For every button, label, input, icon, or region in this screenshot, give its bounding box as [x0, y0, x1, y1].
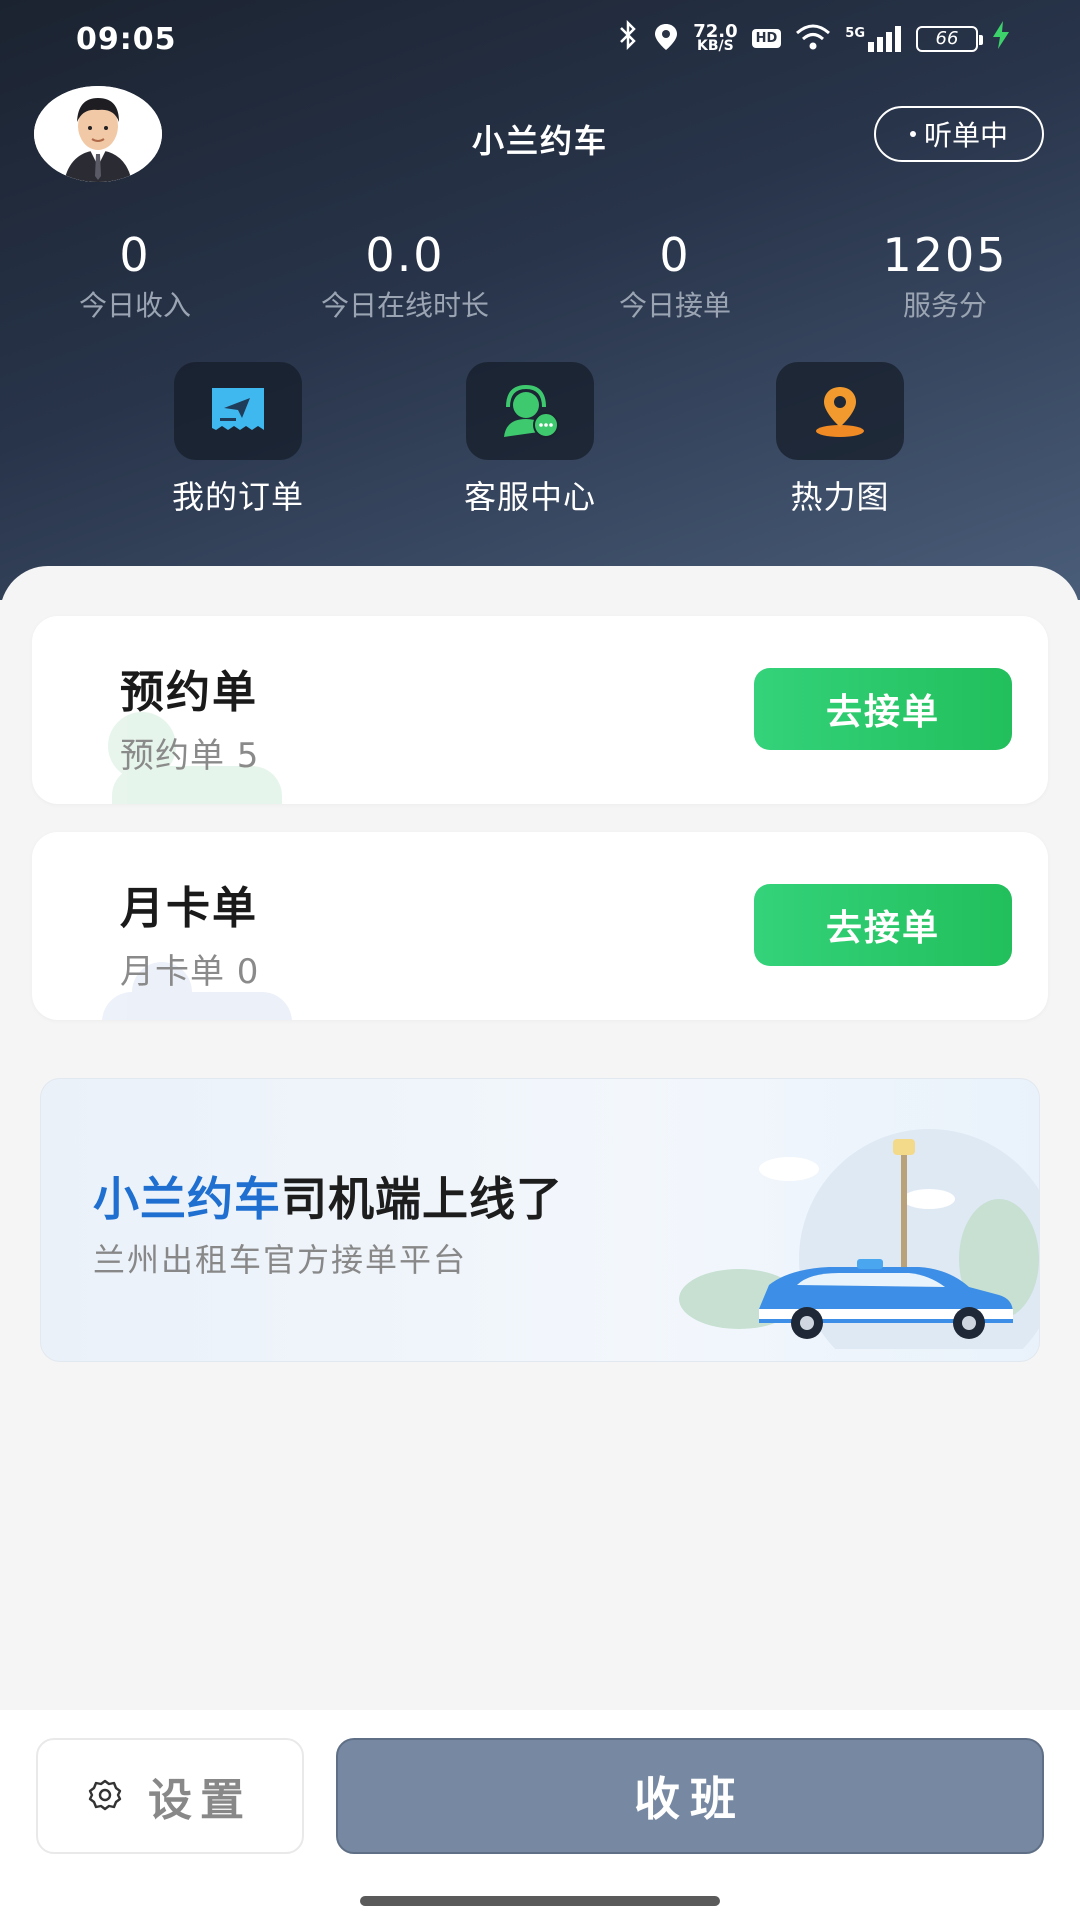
header-background: 09:05 72.0 KB/S HD 5G 66 小兰约车 听单中 0 今日收入… [0, 0, 1080, 600]
accept-monthly-button[interactable]: 去接单 [754, 884, 1012, 966]
charging-icon [992, 21, 1010, 56]
net-speed: 72.0 KB/S [693, 20, 738, 54]
listening-status-toggle[interactable]: 听单中 [874, 106, 1044, 162]
card-title: 预约单 [120, 667, 258, 718]
stat-value: 0 [659, 228, 691, 282]
location-icon [653, 22, 679, 56]
status-icons: 72.0 KB/S HD 5G 66 [617, 19, 1010, 57]
status-dot [909, 131, 916, 137]
status-time: 09:05 [76, 22, 177, 57]
stat-label: 今日收入 [78, 289, 191, 322]
monthly-card-order-card: 月卡单 月卡单 0 去接单 [32, 832, 1048, 1020]
stat-online-duration: 0.0 今日在线时长 [275, 228, 535, 324]
quick-label: 热力图 [790, 478, 890, 516]
off-duty-button[interactable]: 收班 [336, 1738, 1044, 1854]
gear-icon [88, 1778, 122, 1815]
taxi-illustration [679, 1129, 1039, 1349]
map-pin-icon [776, 362, 904, 460]
orders-icon [174, 362, 302, 460]
banner-headline: 司机端上线了 [281, 1172, 563, 1226]
customer-service-icon [466, 362, 594, 460]
stat-service-score: 1205 服务分 [815, 228, 1075, 324]
quick-my-orders[interactable]: 我的订单 [138, 362, 338, 518]
net-speed-value: 72.0 [693, 20, 738, 42]
home-indicator[interactable] [360, 1896, 720, 1906]
cell-signal-icon: 5G [845, 25, 902, 52]
card-subtitle: 月卡单 0 [120, 952, 260, 992]
quick-label: 客服中心 [463, 478, 596, 516]
stat-value: 1205 [882, 228, 1008, 282]
card-title: 月卡单 [120, 883, 258, 934]
reservation-order-card: 预约单 预约单 5 去接单 [32, 616, 1048, 804]
stat-value: 0.0 [365, 228, 445, 282]
card-subtitle: 预约单 5 [120, 736, 260, 776]
stat-income: 0 今日收入 [5, 228, 265, 324]
settings-button[interactable]: 设置 [36, 1738, 304, 1854]
listening-status-label: 听单中 [923, 119, 1008, 152]
wifi-icon [795, 23, 831, 55]
settings-label: 设置 [148, 1776, 252, 1825]
stat-label: 今日在线时长 [320, 289, 489, 322]
net-speed-unit: KB/S [697, 37, 734, 54]
status-bar: 09:05 72.0 KB/S HD 5G 66 [0, 0, 1080, 80]
promo-banner[interactable]: 小兰约车司机端上线了 兰州出租车官方接单平台 [40, 1078, 1040, 1362]
banner-title: 小兰约车司机端上线了 [93, 1163, 563, 1229]
accept-reservation-button[interactable]: 去接单 [754, 668, 1012, 750]
hd-badge: HD [751, 29, 782, 48]
stat-orders: 0 今日接单 [545, 228, 805, 324]
bluetooth-icon [617, 19, 639, 57]
quick-label: 我的订单 [171, 478, 304, 516]
signal-label: 5G [845, 25, 865, 41]
banner-subtitle: 兰州出租车官方接单平台 [93, 1241, 468, 1279]
battery-level: 66 [935, 28, 959, 49]
quick-heatmap[interactable]: 热力图 [740, 362, 940, 518]
stat-value: 0 [119, 228, 151, 282]
bottom-action-bar: 设置 收班 [0, 1710, 1080, 1920]
banner-brand: 小兰约车 [93, 1172, 281, 1226]
battery-icon: 66 [916, 25, 983, 52]
stat-label: 服务分 [902, 289, 987, 322]
quick-customer-service[interactable]: 客服中心 [430, 362, 630, 518]
stat-label: 今日接单 [618, 289, 731, 322]
